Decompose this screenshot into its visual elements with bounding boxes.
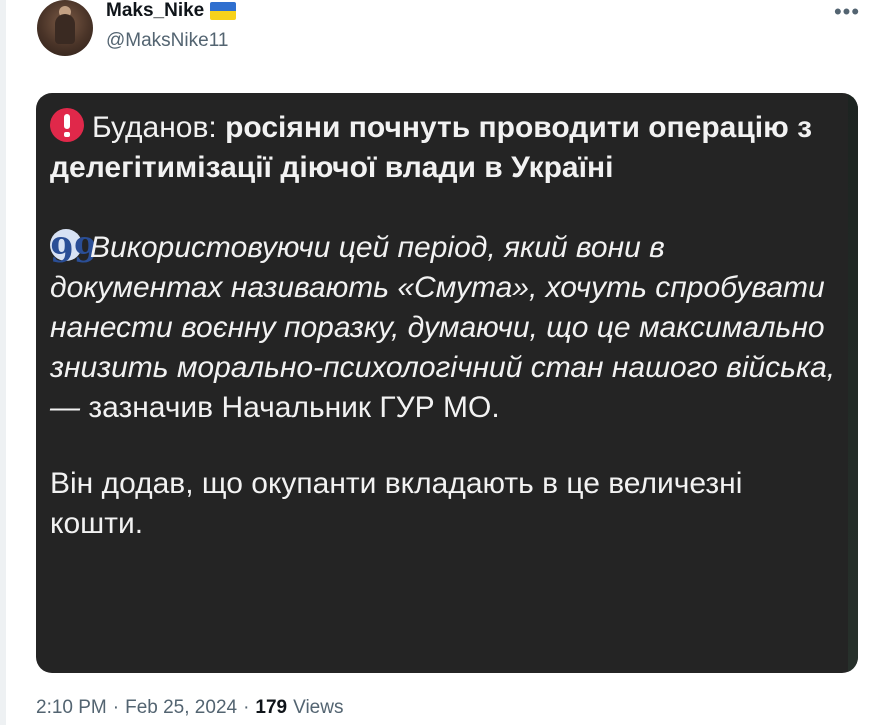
post-time[interactable]: 2:10 PM [36,697,107,719]
card-text: Буданов: росіяни почнуть проводити опера… [50,108,840,544]
ukraine-flag-icon [210,2,237,20]
meta-separator: · [112,697,120,718]
quote-icon: 99 [50,229,98,271]
author-handle[interactable]: @MaksNike11 [106,30,228,52]
quote-attribution: зазначив Начальник ГУР МО. [88,391,500,424]
display-name[interactable]: Maks_Nike [106,0,204,22]
avatar-figure-shape [55,14,75,44]
tweet-meta-row: 2:10 PM · Feb 25, 2024 · 179 Views [36,697,343,719]
author-name-row[interactable]: Maks_Nike [106,0,237,22]
meta-separator-2: · [243,697,250,718]
more-options-button[interactable]: ••• [832,0,862,24]
headline: Буданов: росіяни почнуть проводити опера… [50,108,840,188]
post-date[interactable]: Feb 25, 2024 [125,697,237,719]
views-count: 179 [255,697,288,718]
closing-paragraph: Він додав, що окупанти вкладають в це ве… [50,467,743,540]
views-label: Views [293,697,344,718]
headline-prefix: Буданов: [92,111,226,144]
card-edge-strip [848,93,858,673]
media-card[interactable]: Буданов: росіяни почнуть проводити опера… [36,93,858,673]
avatar[interactable] [37,0,93,56]
more-icon: ••• [833,0,861,24]
exclamation-icon [50,108,84,142]
quote-block: 99Використовуючи цей період, який вони в… [50,228,840,428]
left-rail [0,0,6,725]
